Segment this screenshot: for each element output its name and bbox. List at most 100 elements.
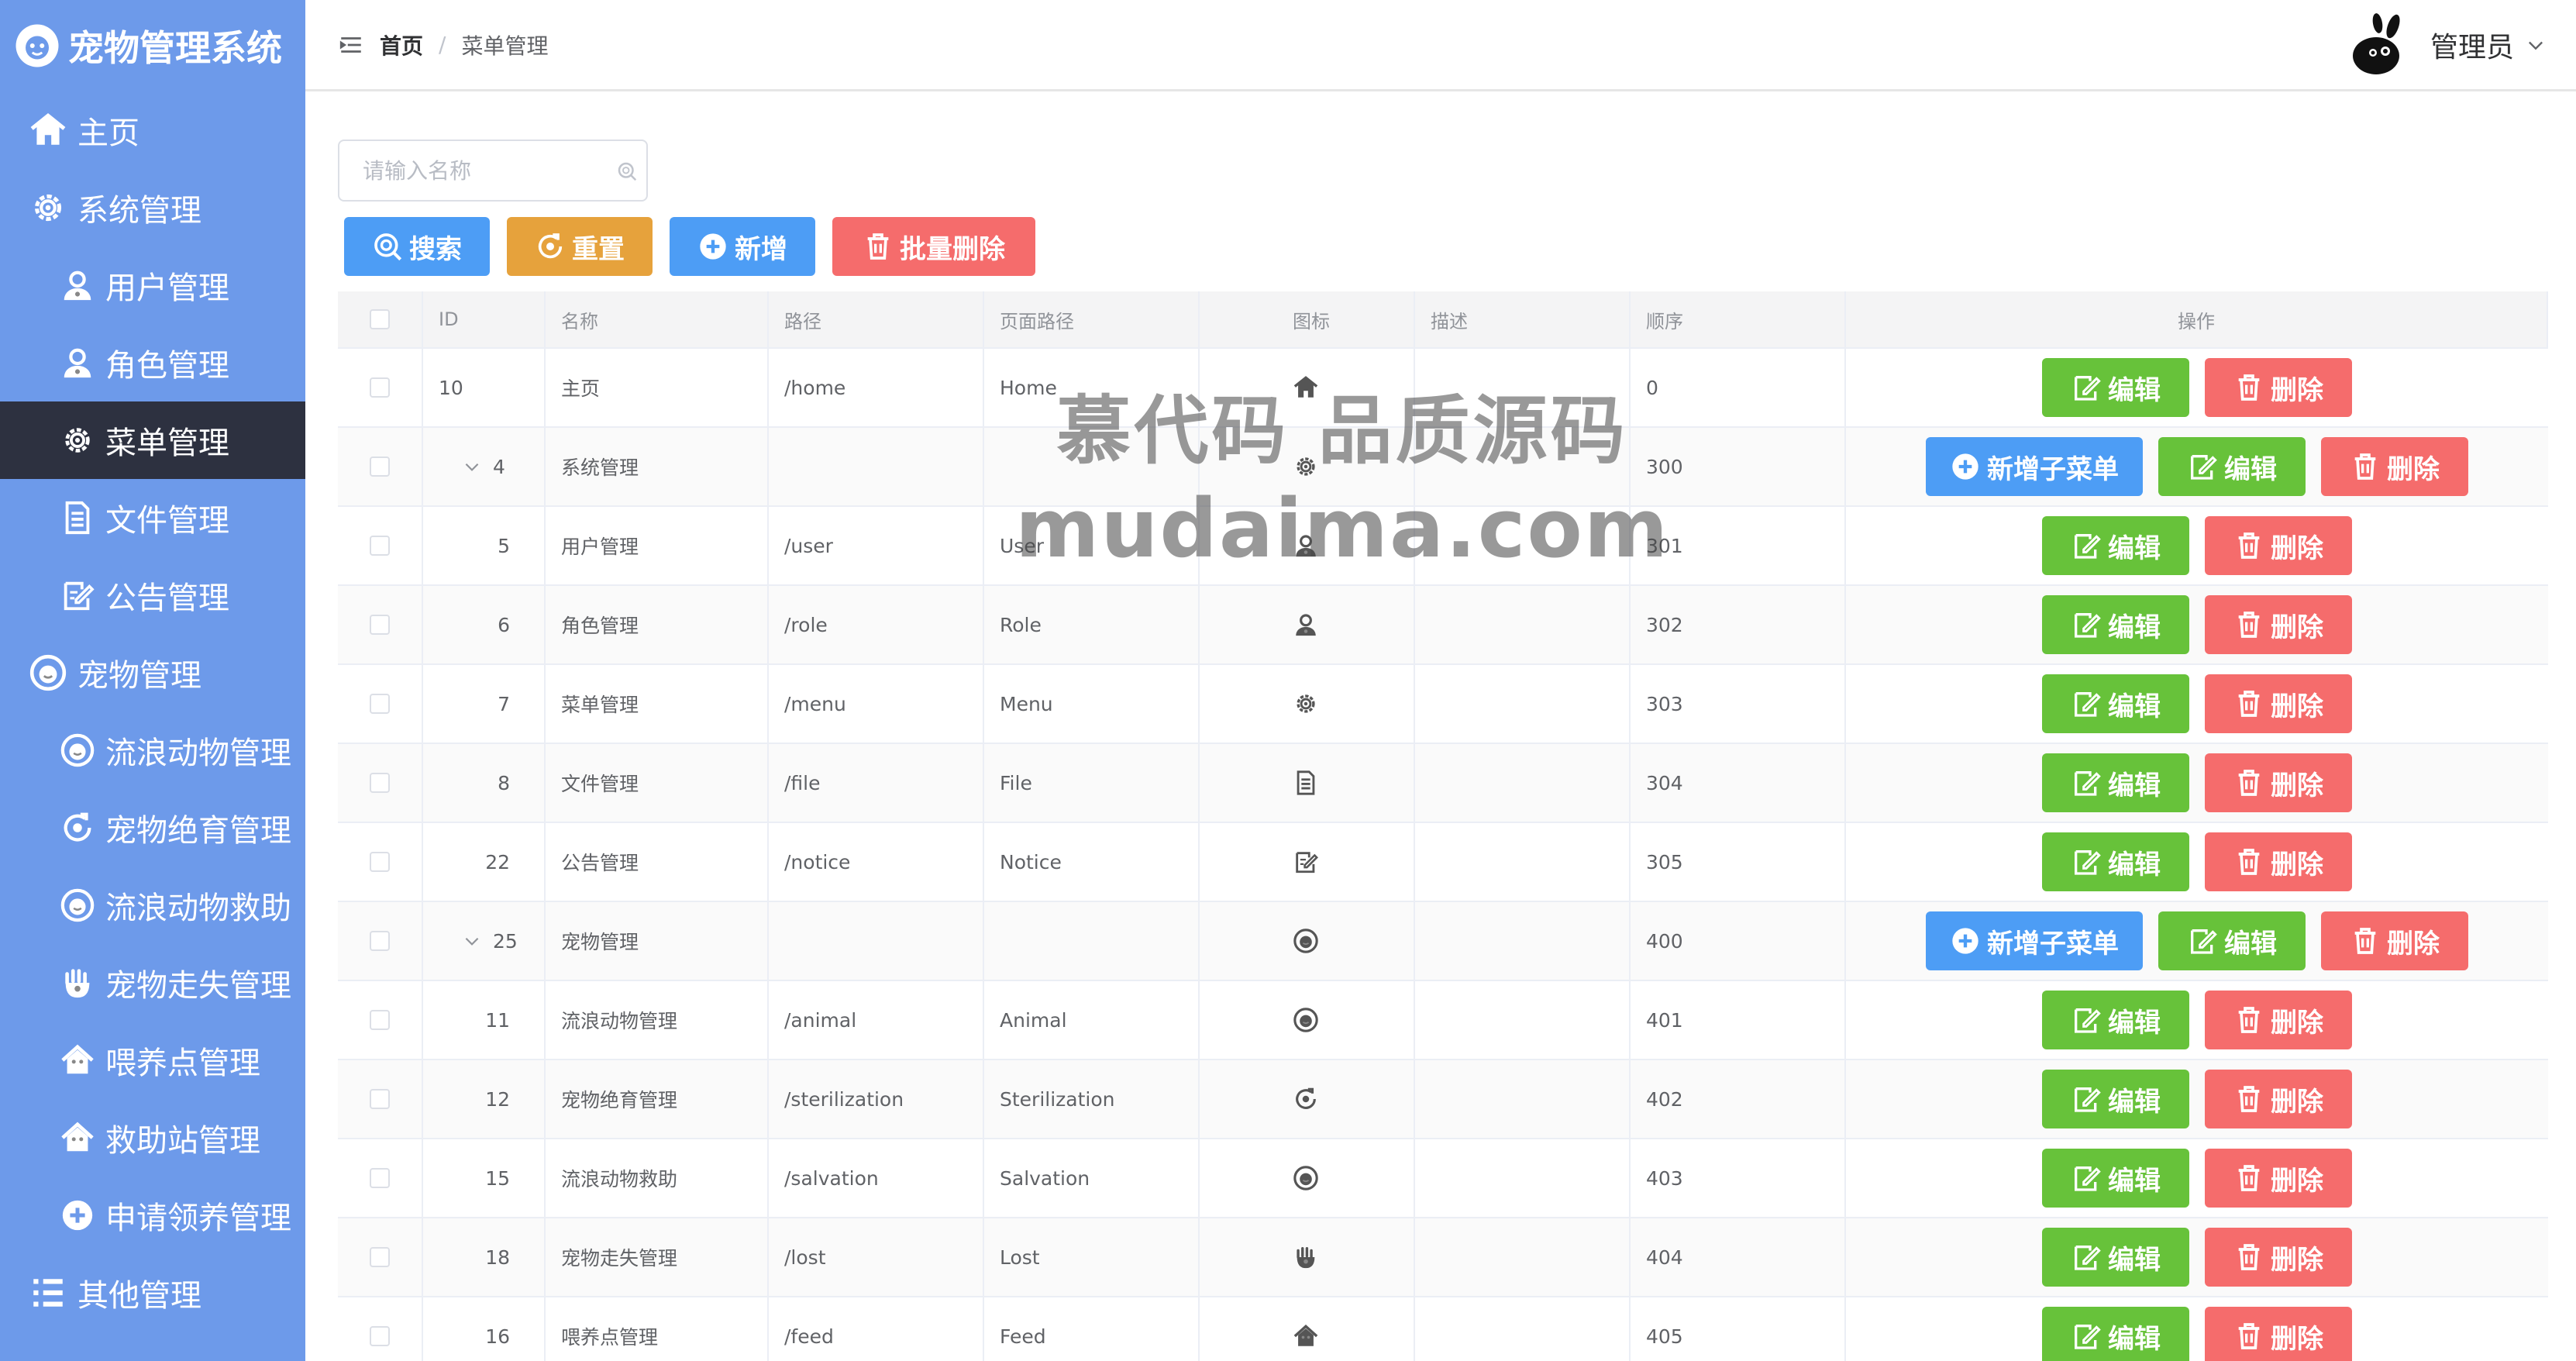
add-child-menu-button[interactable]: 新增子菜单 [1926,437,2143,496]
row-checkbox[interactable] [370,377,390,398]
expand-chevron-icon[interactable] [462,931,482,951]
table-row: 12 宠物绝育管理/sterilization Sterilization 402 编辑… [338,1060,2548,1139]
menu-collapse-icon[interactable] [338,32,364,58]
sidebar-item-8[interactable]: 流浪动物管理 [0,712,305,789]
search-input[interactable] [363,157,611,184]
edit-button[interactable]: 编辑 [2042,1070,2189,1128]
row-page-path: Sterilization [984,1060,1200,1138]
sidebar-item-1[interactable]: 系统管理 [0,169,305,246]
gear-icon [57,420,98,460]
delete-button[interactable]: 删除 [2205,1307,2352,1361]
row-name: 文件管理 [546,744,769,822]
sidebar-item-label: 用户管理 [105,270,229,306]
edit-button[interactable]: 编辑 [2042,1149,2189,1208]
plus-circle-icon [1950,925,1981,956]
edit-button[interactable]: 编辑 [2042,991,2189,1049]
sidebar-item-3[interactable]: 角色管理 [0,324,305,401]
delete-button[interactable]: 删除 [2205,358,2352,417]
edit-button[interactable]: 编辑 [2042,1228,2189,1287]
row-checkbox[interactable] [370,1326,390,1346]
delete-button[interactable]: 删除 [2205,1149,2352,1208]
row-name: 主页 [546,349,769,426]
edit-button[interactable]: 编辑 [2042,516,2189,575]
row-name: 流浪动物救助 [546,1139,769,1217]
row-checkbox[interactable] [370,457,390,477]
sidebar-item-9[interactable]: 宠物绝育管理 [0,789,305,867]
delete-button[interactable]: 删除 [2205,595,2352,654]
edit-button[interactable]: 编辑 [2042,674,2189,733]
row-checkbox[interactable] [370,615,390,635]
breadcrumb-home[interactable]: 首页 [380,29,423,60]
sidebar-item-12[interactable]: 喂养点管理 [0,1022,305,1099]
sidebar-item-7[interactable]: 宠物管理 [0,634,305,712]
row-checkbox[interactable] [370,852,390,872]
edit-button[interactable]: 编辑 [2042,832,2189,891]
column-header-actions: 操作 [1846,291,2548,347]
delete-button[interactable]: 删除 [2205,991,2352,1049]
row-checkbox[interactable] [370,536,390,556]
delete-button[interactable]: 删除 [2205,516,2352,575]
edit-button[interactable]: 编辑 [2042,595,2189,654]
add-button[interactable]: 新增 [670,217,815,276]
sidebar-item-11[interactable]: 宠物走失管理 [0,944,305,1022]
refresh-target-icon [535,231,566,262]
shelter-icon [57,1118,98,1158]
edit-icon [2071,372,2102,403]
edit-button[interactable]: 编辑 [2158,911,2306,970]
edit-icon [2187,925,2218,956]
row-checkbox[interactable] [370,1089,390,1109]
delete-button[interactable]: 删除 [2205,832,2352,891]
delete-button[interactable]: 删除 [2205,674,2352,733]
add-child-menu-button[interactable]: 新增子菜单 [1926,911,2143,970]
sidebar-item-label: 流浪动物救助 [105,891,291,926]
edit-button[interactable]: 编辑 [2042,753,2189,812]
search-button[interactable]: 搜索 [344,217,490,276]
sidebar-item-4[interactable]: 菜单管理 [0,401,305,479]
sidebar-item-0[interactable]: 主页 [0,91,305,169]
trash-icon [863,231,894,262]
house-icon [26,109,70,152]
search-field[interactable] [338,140,648,202]
sidebar-item-14[interactable]: 申请领养管理 [0,1177,305,1254]
delete-button[interactable]: 删除 [2321,911,2468,970]
sidebar-item-5[interactable]: 文件管理 [0,479,305,556]
delete-button[interactable]: 删除 [2321,437,2468,496]
select-all-checkbox[interactable] [370,309,390,329]
row-checkbox[interactable] [370,694,390,714]
delete-button[interactable]: 删除 [2205,1228,2352,1287]
row-path: /lost [769,1218,984,1296]
user-menu[interactable]: 管理员 [2350,12,2547,78]
delete-button[interactable]: 删除 [2205,753,2352,812]
table-body: 10 主页/home Home 0 编辑 删除 4 系统管理 300 新增子菜单 编辑 删除 5 用户管理… [338,349,2548,1361]
row-actions: 编辑 删除 [1846,744,2548,822]
user-icon [1293,532,1319,559]
trash-icon [2233,1084,2264,1115]
row-checkbox[interactable] [370,1168,390,1188]
batch-delete-button[interactable]: 批量删除 [832,217,1035,276]
house-icon [1293,374,1319,401]
edit-button[interactable]: 编辑 [2042,358,2189,417]
trash-icon [2350,925,2381,956]
reset-button[interactable]: 重置 [507,217,653,276]
sidebar-item-6[interactable]: 公告管理 [0,556,305,634]
table-row: 10 主页/home Home 0 编辑 删除 [338,349,2548,428]
row-checkbox[interactable] [370,1010,390,1030]
logo[interactable]: 宠物管理系统 [0,0,305,91]
row-page-path: Animal [984,981,1200,1059]
row-checkbox[interactable] [370,1247,390,1267]
row-description [1415,1218,1631,1296]
row-checkbox[interactable] [370,931,390,951]
edit-button[interactable]: 编辑 [2158,437,2306,496]
gear-icon [1293,691,1319,717]
edit-button[interactable]: 编辑 [2042,1307,2189,1361]
sidebar-item-15[interactable]: 其他管理 [0,1254,305,1332]
sidebar-item-13[interactable]: 救助站管理 [0,1099,305,1177]
delete-button[interactable]: 删除 [2205,1070,2352,1128]
row-checkbox[interactable] [370,773,390,793]
sidebar-item-10[interactable]: 流浪动物救助 [0,867,305,944]
expand-chevron-icon[interactable] [462,457,482,477]
sidebar-item-2[interactable]: 用户管理 [0,246,305,324]
row-page-path: Salvation [984,1139,1200,1217]
row-path [769,902,984,980]
table-row: 8 文件管理/file File 304 编辑 删除 [338,744,2548,823]
